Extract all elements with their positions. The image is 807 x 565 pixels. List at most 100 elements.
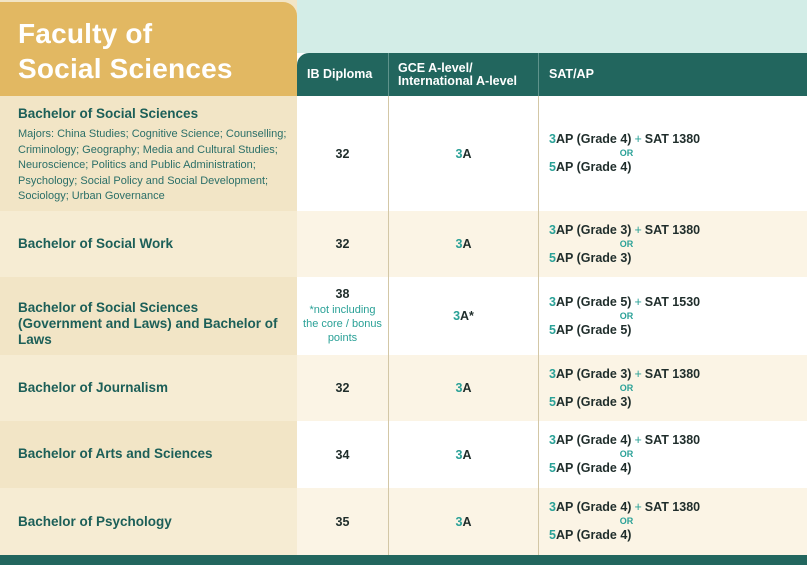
ap-count: 5 [549,160,556,174]
sat-option-2: 5AP (Grade 5) [549,322,799,339]
sat-cell: 3AP (Grade 4) + SAT 1380 OR 5AP (Grade 4) [549,421,799,488]
ap-count: 3 [549,132,556,146]
gce-grade: A [462,514,472,529]
or-label: OR [619,449,634,459]
table-row: Bachelor of Journalism 32 3A 3AP (Grade … [0,355,807,421]
ib-note: *not including the core / bonus points [303,304,382,344]
header-divider [538,53,539,96]
header-gce: GCE A-level/ International A-level [398,53,538,96]
ap-count: 3 [549,222,556,237]
ib-score: 32 [335,237,350,251]
or-label: OR [619,148,634,158]
ib-cell: 38 *not including the core / bonus point… [297,277,388,355]
sat-option-2: 5AP (Grade 4) [549,159,799,176]
or-label: OR [619,382,634,393]
plus-sign: + [634,222,642,237]
ap-count: 5 [549,250,556,265]
or-label: OR [619,310,634,321]
ap-count: 5 [549,461,556,475]
ap-requirement: AP (Grade 3) [555,394,632,409]
faculty-title: Faculty of Social Sciences [18,18,233,84]
sat-option-1: 3AP (Grade 4) + SAT 1380 [549,499,799,516]
table-row: Bachelor of Social Sciences (Government … [0,277,807,355]
ap-requirement: AP (Grade 5) [555,322,632,337]
table-row: Bachelor of Arts and Sciences 34 3A 3AP … [0,421,807,488]
sat-option-2: 5AP (Grade 3) [549,250,799,267]
sat-cell: 3AP (Grade 3) + SAT 1380 OR 5AP (Grade 3) [549,355,799,421]
ap-requirement: AP (Grade 3) [555,250,632,265]
ap-count: 5 [549,322,556,337]
gce-grade: A [462,237,472,251]
plus-sign: + [634,132,642,146]
gce-cell: 3A [389,355,538,421]
table-row: Bachelor of Social Sciences Majors: China… [0,96,807,211]
gce-count: 3 [453,309,461,323]
gce-grade: A* [460,309,474,323]
sat-option-2: 5AP (Grade 4) [549,460,799,477]
column-divider [538,96,539,555]
header-gce-line1: GCE A-level/ [398,60,473,75]
sat-requirement: SAT 1530 [644,294,701,309]
sat-requirement: SAT 1380 [644,500,701,514]
gce-cell: 3A [389,488,538,555]
header-divider [388,53,389,96]
ap-count: 5 [549,394,556,409]
sat-option-2: 5AP (Grade 4) [549,527,799,544]
ap-count: 3 [549,500,556,514]
plus-sign: + [634,433,642,447]
sat-option-1: 3AP (Grade 4) + SAT 1380 [549,131,799,148]
gce-cell: 3A [389,421,538,488]
ib-score: 35 [335,514,350,529]
ib-score: 32 [335,381,350,395]
ib-score: 34 [335,447,350,462]
program-name: Bachelor of Arts and Sciences [18,446,213,461]
sat-option-1: 3AP (Grade 5) + SAT 1530 [549,294,799,311]
sat-option-2: 5AP (Grade 3) [549,394,799,411]
sat-option-1: 3AP (Grade 3) + SAT 1380 [549,366,799,383]
program-name: Bachelor of Psychology [18,514,172,529]
ap-requirement: AP (Grade 4) [555,461,632,475]
plus-sign: + [634,366,642,381]
title-panel: Faculty of Social Sciences [0,2,297,96]
ap-requirement: AP (Grade 4) [555,160,632,174]
ib-cell: 34 [297,421,388,488]
ap-requirement: AP (Grade 4) [555,528,632,542]
header-gce-line2: International A-level [398,73,518,88]
ib-cell: 32 [297,96,388,211]
sat-cell: 3AP (Grade 4) + SAT 1380 OR 5AP (Grade 4) [549,488,799,555]
bottom-band [0,555,807,565]
ib-cell: 32 [297,211,388,277]
plus-sign: + [634,294,642,309]
ap-count: 5 [549,528,556,542]
sat-cell: 3AP (Grade 3) + SAT 1380 OR 5AP (Grade 3) [549,211,799,277]
ib-score: 32 [335,146,350,161]
plus-sign: + [634,500,642,514]
ap-requirement: AP (Grade 3) [555,366,632,381]
sat-cell: 3AP (Grade 4) + SAT 1380 OR 5AP (Grade 4) [549,96,799,211]
table-header: IB Diploma GCE A-level/ International A-… [297,53,807,96]
gce-grade: A [462,381,472,395]
sat-requirement: SAT 1380 [644,433,701,447]
program-name: Bachelor of Social Sciences [18,106,199,121]
ap-requirement: AP (Grade 5) [555,294,632,309]
program-name: Bachelor of Social Work [18,236,174,251]
table-row: Bachelor of Psychology 35 3A 3AP (Grade … [0,488,807,555]
ap-requirement: AP (Grade 3) [555,222,632,237]
ib-cell: 32 [297,355,388,421]
ap-count: 3 [549,294,556,309]
program-name: Bachelor of Social Sciences (Government … [18,300,278,347]
table-row: Bachelor of Social Work 32 3A 3AP (Grade… [0,211,807,277]
header-ib: IB Diploma [307,67,373,81]
program-majors: Majors: China Studies; Cognitive Science… [18,128,287,202]
sat-option-1: 3AP (Grade 3) + SAT 1380 [549,222,799,239]
ap-requirement: AP (Grade 4) [555,433,632,447]
ap-requirement: AP (Grade 4) [555,132,632,146]
ap-count: 3 [549,433,556,447]
header-sat: SAT/AP [549,67,594,81]
or-label: OR [619,238,634,249]
program-name: Bachelor of Journalism [18,380,169,395]
sat-requirement: SAT 1380 [644,366,701,381]
ap-count: 3 [549,366,556,381]
or-label: OR [619,516,634,526]
gce-cell: 3A [389,211,538,277]
